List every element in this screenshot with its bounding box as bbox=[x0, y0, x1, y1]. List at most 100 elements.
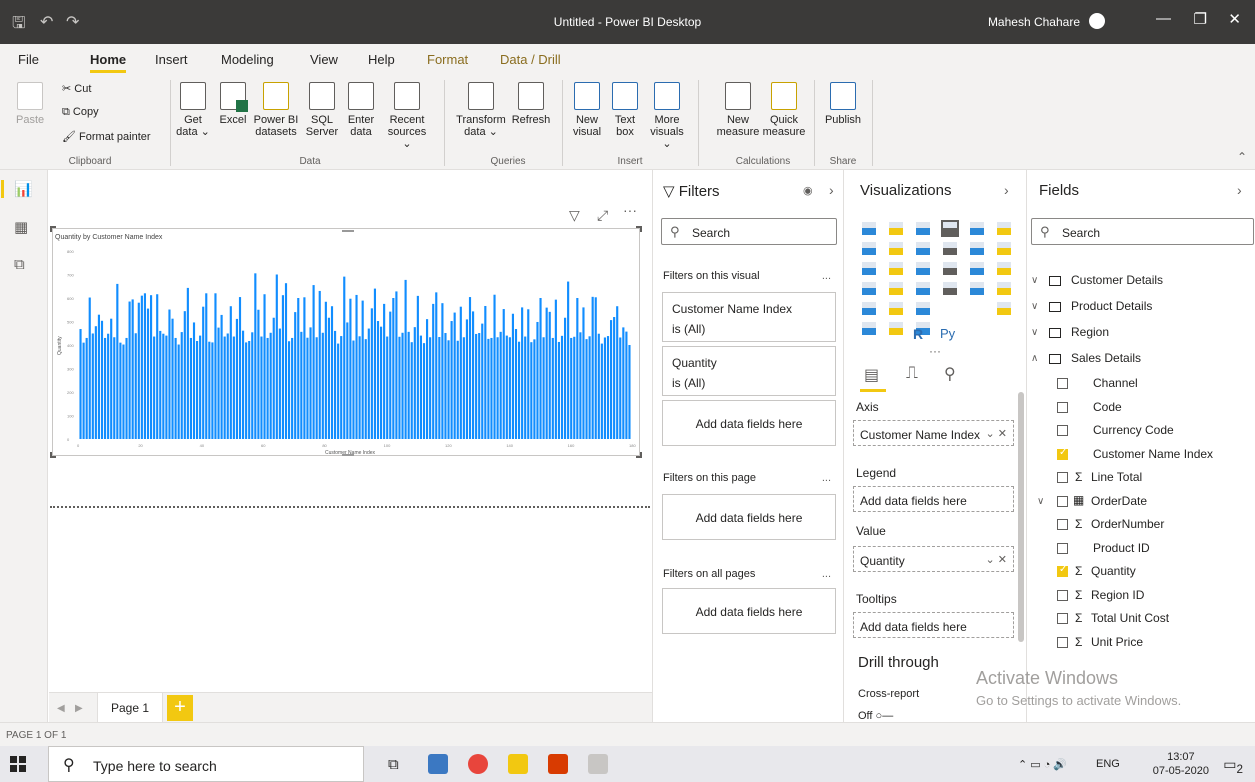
more-options-icon[interactable]: ... bbox=[822, 270, 831, 282]
bar[interactable] bbox=[502, 309, 505, 439]
cross-report-toggle[interactable]: Off ○— bbox=[858, 710, 893, 722]
bar[interactable] bbox=[456, 340, 459, 439]
task-view-icon[interactable]: ⧉ bbox=[388, 756, 399, 773]
bar[interactable] bbox=[79, 329, 82, 439]
avatar[interactable] bbox=[1089, 13, 1105, 29]
bar[interactable] bbox=[625, 331, 628, 439]
bar[interactable] bbox=[389, 311, 392, 439]
field-table-product-details[interactable]: Product Details bbox=[1071, 299, 1152, 313]
bar[interactable] bbox=[312, 285, 315, 439]
bar[interactable] bbox=[183, 311, 186, 439]
bar[interactable] bbox=[444, 333, 447, 439]
bar[interactable] bbox=[177, 344, 180, 439]
bar[interactable] bbox=[146, 308, 150, 439]
bar[interactable] bbox=[508, 337, 511, 439]
bar[interactable] bbox=[346, 322, 349, 439]
close-icon[interactable]: ✕ bbox=[1228, 10, 1241, 28]
value-well[interactable]: Quantity ⌄ ✕ bbox=[853, 546, 1014, 572]
bar[interactable] bbox=[278, 328, 281, 439]
field-item[interactable]: Customer Name Index bbox=[1093, 447, 1213, 461]
bar[interactable] bbox=[229, 306, 232, 439]
more-options-icon[interactable]: ··· bbox=[623, 202, 637, 218]
bar[interactable] bbox=[340, 336, 343, 439]
bar[interactable] bbox=[192, 322, 196, 439]
bar[interactable] bbox=[159, 330, 162, 439]
bar[interactable] bbox=[315, 337, 318, 439]
bar[interactable] bbox=[429, 337, 432, 439]
tab-data-drill[interactable]: Data / Drill bbox=[500, 52, 561, 67]
checkbox[interactable] bbox=[1057, 378, 1068, 389]
bar[interactable] bbox=[343, 276, 346, 439]
prev-page-icon[interactable]: ◀ bbox=[57, 703, 65, 714]
field-table-region[interactable]: Region bbox=[1071, 325, 1109, 339]
bar[interactable] bbox=[367, 328, 370, 439]
bar[interactable] bbox=[220, 314, 223, 439]
clustered-bar-icon[interactable] bbox=[916, 222, 930, 235]
bar[interactable] bbox=[149, 295, 153, 439]
bar[interactable] bbox=[100, 320, 104, 439]
bar[interactable] bbox=[287, 341, 291, 439]
analytics-icon[interactable]: ⚲ bbox=[944, 364, 956, 384]
bar[interactable] bbox=[333, 330, 337, 439]
collapse-viz-icon[interactable]: › bbox=[1004, 182, 1009, 198]
bar[interactable] bbox=[153, 336, 156, 439]
language-indicator[interactable]: ENG bbox=[1096, 758, 1120, 770]
report-canvas[interactable]: ▽ ⤢ ··· Quantity by Customer Name Index … bbox=[49, 170, 652, 692]
table-visual-icon[interactable] bbox=[889, 302, 903, 315]
bar[interactable] bbox=[349, 298, 352, 439]
chevron-down-icon[interactable]: ∨ bbox=[1031, 327, 1038, 338]
bar[interactable] bbox=[217, 327, 220, 439]
stacked-area-icon[interactable] bbox=[916, 242, 930, 255]
tooltips-well[interactable]: Add data fields here bbox=[853, 612, 1014, 638]
bar[interactable] bbox=[395, 291, 398, 439]
bar[interactable] bbox=[186, 287, 189, 439]
key-influencers-icon[interactable] bbox=[997, 302, 1011, 315]
acrobat-icon[interactable] bbox=[548, 754, 568, 774]
bar[interactable] bbox=[260, 336, 263, 439]
bar[interactable] bbox=[401, 332, 404, 439]
bar[interactable] bbox=[563, 317, 567, 439]
focus-mode-icon[interactable]: ⤢ bbox=[597, 207, 608, 224]
bar[interactable] bbox=[524, 336, 527, 439]
bar[interactable] bbox=[91, 333, 94, 439]
bar[interactable] bbox=[82, 342, 85, 439]
bar[interactable] bbox=[165, 335, 168, 439]
bar[interactable] bbox=[232, 336, 235, 439]
bar[interactable] bbox=[499, 331, 502, 439]
filter-drop-zone-all[interactable]: Add data fields here bbox=[662, 588, 836, 634]
bar[interactable] bbox=[435, 292, 438, 439]
bar[interactable] bbox=[275, 274, 278, 440]
bar[interactable] bbox=[425, 319, 429, 439]
bar[interactable] bbox=[122, 344, 125, 439]
bar[interactable] bbox=[257, 309, 260, 439]
field-item[interactable]: OrderNumber bbox=[1091, 517, 1164, 531]
bar[interactable] bbox=[459, 306, 462, 439]
100-bar-icon[interactable] bbox=[970, 222, 984, 235]
paste-button[interactable]: Paste bbox=[16, 82, 44, 126]
scatter-icon[interactable] bbox=[916, 262, 930, 275]
bar[interactable] bbox=[514, 329, 518, 439]
bar[interactable] bbox=[505, 335, 508, 439]
bar[interactable] bbox=[533, 339, 536, 439]
checkbox[interactable] bbox=[1057, 472, 1068, 483]
bar[interactable] bbox=[468, 297, 472, 439]
file-explorer-icon[interactable] bbox=[428, 754, 448, 774]
bar[interactable] bbox=[376, 321, 380, 439]
bar[interactable] bbox=[284, 283, 288, 439]
bar[interactable] bbox=[352, 340, 355, 439]
fields-search-input[interactable]: ⚲ Search bbox=[1031, 218, 1254, 245]
tab-home[interactable]: Home bbox=[90, 52, 127, 73]
bar[interactable] bbox=[113, 337, 116, 439]
tab-format[interactable]: Format bbox=[427, 52, 468, 67]
bar[interactable] bbox=[404, 279, 407, 439]
bar[interactable] bbox=[462, 337, 465, 439]
bar[interactable] bbox=[557, 341, 561, 439]
remove-field-icon[interactable]: ⌄ ✕ bbox=[986, 553, 1008, 566]
card-icon[interactable] bbox=[943, 282, 957, 295]
multi-row-card-icon[interactable] bbox=[970, 282, 984, 295]
tab-modeling[interactable]: Modeling bbox=[221, 52, 274, 67]
line-clustered-icon[interactable] bbox=[970, 242, 984, 255]
bar[interactable] bbox=[603, 337, 607, 439]
tab-insert[interactable]: Insert bbox=[155, 52, 188, 67]
bar[interactable] bbox=[570, 337, 573, 439]
